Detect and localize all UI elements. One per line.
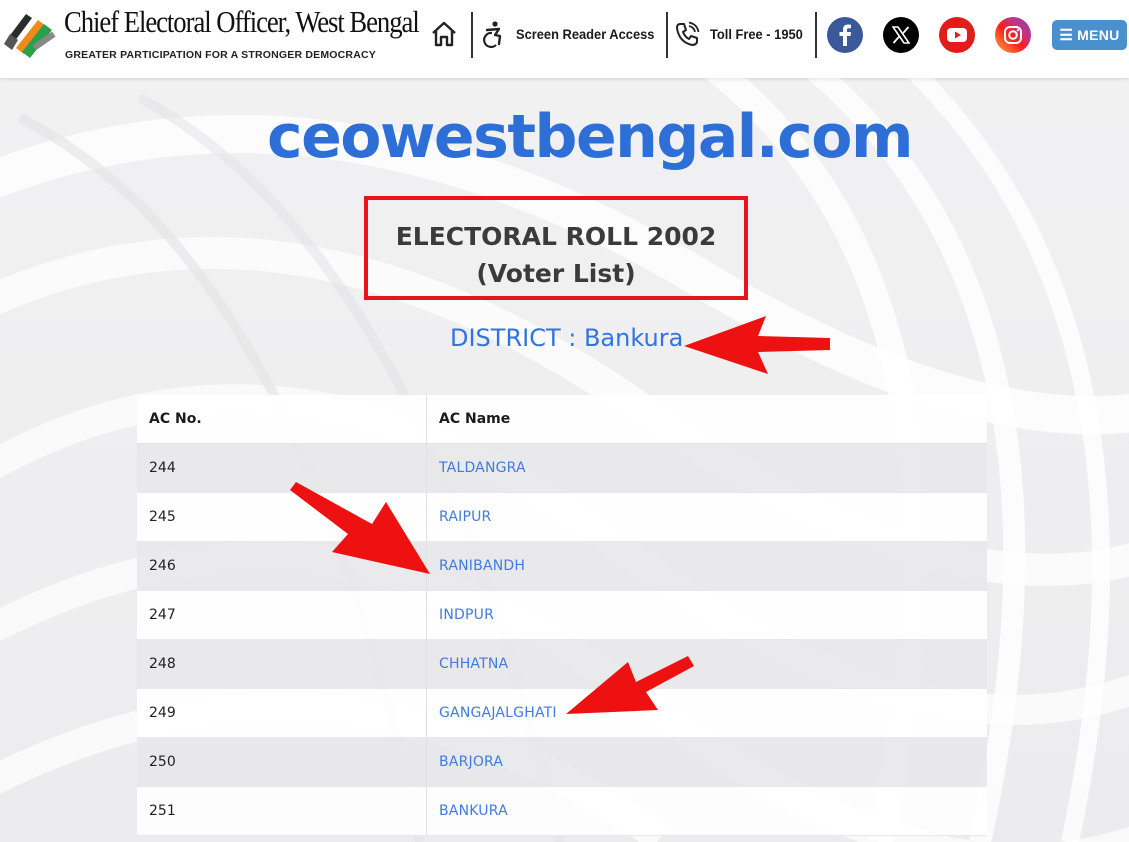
ac-number: 248 <box>137 639 427 689</box>
electoral-roll-highlight-box: ELECTORAL ROLL 2002 (Voter List) <box>364 196 748 300</box>
table-row: 251 BANKURA <box>137 786 987 836</box>
screen-reader-link[interactable]: Screen Reader Access <box>516 26 654 42</box>
ac-number: 246 <box>137 541 427 591</box>
instagram-icon[interactable] <box>995 17 1031 53</box>
header-divider <box>666 12 668 58</box>
toll-free-number[interactable]: Toll Free - 1950 <box>710 26 803 42</box>
ac-name-link[interactable]: BANKURA <box>439 803 508 819</box>
ballot-logo-icon[interactable] <box>2 8 60 58</box>
district-heading: DISTRICT : Bankura <box>450 324 684 352</box>
hamburger-icon: ☰ <box>1059 27 1074 44</box>
table-row: 248 CHHATNA <box>137 639 987 689</box>
table-row: 249 GANGAJALGHATI <box>137 688 987 738</box>
ac-name-link[interactable]: RANIBANDH <box>439 558 525 574</box>
ac-name-link[interactable]: GANGAJALGHATI <box>439 705 557 721</box>
ac-name-link[interactable]: BARJORA <box>439 754 503 770</box>
phone-icon[interactable] <box>674 21 700 47</box>
menu-button[interactable]: ☰ MENU <box>1052 20 1127 50</box>
ac-number: 244 <box>137 443 427 493</box>
table-row: 245 RAIPUR <box>137 492 987 542</box>
ac-number: 251 <box>137 786 427 836</box>
accessibility-icon[interactable] <box>479 20 507 48</box>
ac-name-link[interactable]: CHHATNA <box>439 656 508 672</box>
electoral-roll-subtitle: (Voter List) <box>476 259 636 288</box>
header-divider <box>815 12 817 58</box>
facebook-icon[interactable] <box>827 17 863 53</box>
site-header: Chief Electoral Officer, West Bengal GRE… <box>0 0 1129 78</box>
youtube-icon[interactable] <box>939 17 975 53</box>
table-row: 246 RANIBANDH <box>137 541 987 591</box>
x-icon[interactable] <box>883 17 919 53</box>
ac-name-link[interactable]: TALDANGRA <box>439 460 526 476</box>
ac-number: 245 <box>137 492 427 542</box>
column-header-ac-name: AC Name <box>426 395 987 444</box>
menu-label: MENU <box>1077 27 1120 43</box>
assembly-constituency-table: AC No. AC Name 244 TALDANGRA 245 RAIPUR … <box>137 395 987 836</box>
page: Chief Electoral Officer, West Bengal GRE… <box>0 0 1129 842</box>
table-row: 250 BARJORA <box>137 737 987 787</box>
electoral-roll-title: ELECTORAL ROLL 2002 <box>395 222 717 251</box>
header-divider <box>471 12 473 58</box>
table-header-row: AC No. AC Name <box>137 395 987 444</box>
column-header-ac-no: AC No. <box>137 395 427 444</box>
site-name-heading: ceowestbengal.com <box>267 102 913 172</box>
brand-title[interactable]: Chief Electoral Officer, West Bengal <box>64 4 420 40</box>
ac-name-link[interactable]: RAIPUR <box>439 509 491 525</box>
table-row: 247 INDPUR <box>137 590 987 640</box>
brand-tagline: GREATER PARTICIPATION FOR A STRONGER DEM… <box>65 49 376 61</box>
ac-number: 250 <box>137 737 427 787</box>
ac-number: 247 <box>137 590 427 640</box>
ac-number: 249 <box>137 688 427 738</box>
ac-name-link[interactable]: INDPUR <box>439 607 494 623</box>
home-icon[interactable] <box>430 20 458 48</box>
table-row: 244 TALDANGRA <box>137 443 987 493</box>
